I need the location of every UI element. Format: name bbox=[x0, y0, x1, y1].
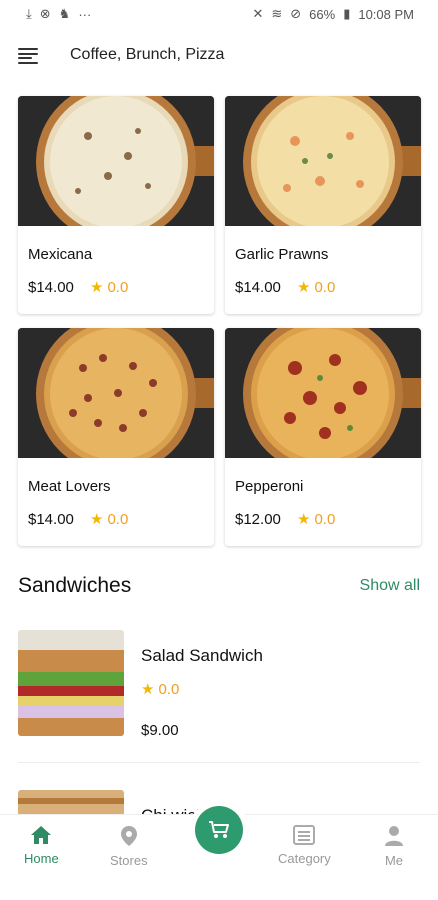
product-rating: ★ 0.0 bbox=[297, 510, 336, 529]
download-icon: ⤓ bbox=[26, 6, 32, 21]
nav-category-label: Category bbox=[278, 851, 331, 866]
show-all-link[interactable]: Show all bbox=[360, 577, 420, 595]
cart-icon bbox=[209, 821, 229, 838]
clock: 10:08 PM bbox=[358, 6, 414, 22]
more-icon: ··· bbox=[78, 6, 92, 22]
user-icon bbox=[385, 826, 403, 846]
pizza-image bbox=[225, 328, 421, 458]
product-card-mexicana[interactable]: Mexicana $14.00 ★ 0.0 bbox=[18, 96, 214, 314]
product-price: $12.00 bbox=[235, 511, 281, 528]
product-price: $14.00 bbox=[28, 279, 74, 296]
location-pin-icon bbox=[120, 826, 137, 846]
cart-button[interactable] bbox=[195, 806, 243, 854]
category-icon bbox=[293, 825, 316, 845]
pizza-image bbox=[225, 96, 421, 226]
sandwich-image bbox=[18, 630, 124, 736]
product-name: Mexicana bbox=[28, 246, 93, 263]
product-rating: ★ 0.0 bbox=[297, 278, 336, 297]
rating-value: 0.0 bbox=[314, 510, 336, 528]
list-item-salad-sandwich[interactable]: Salad Sandwich ★ 0.0 $9.00 bbox=[18, 630, 420, 740]
star-icon: ★ bbox=[297, 511, 311, 528]
product-card-pepperoni[interactable]: Pepperoni $12.00 ★ 0.0 bbox=[225, 328, 421, 546]
pizza-image bbox=[18, 328, 214, 458]
pizza-image bbox=[18, 96, 214, 226]
star-icon: ★ bbox=[141, 681, 155, 698]
divider bbox=[18, 762, 420, 763]
nav-me-label: Me bbox=[384, 853, 404, 868]
battery-icon: ▮ bbox=[343, 6, 351, 21]
star-icon: ★ bbox=[90, 279, 104, 296]
product-name: Pepperoni bbox=[235, 478, 304, 495]
notification-icon: ⊗ bbox=[39, 6, 51, 21]
product-name: Garlic Prawns bbox=[235, 246, 329, 263]
sandwich-name: Salad Sandwich bbox=[141, 646, 263, 665]
page-title: Coffee, Brunch, Pizza bbox=[70, 46, 225, 63]
section-title: Sandwiches bbox=[18, 574, 132, 597]
status-bar-right: ✕ ≋ ⊘ 66% ▮ 10:08 PM bbox=[252, 6, 414, 22]
star-icon: ★ bbox=[90, 511, 104, 528]
app-header: Coffee, Brunch, Pizza bbox=[0, 36, 438, 76]
product-rating: ★ 0.0 bbox=[90, 510, 129, 529]
product-card-meat-lovers[interactable]: Meat Lovers $14.00 ★ 0.0 bbox=[18, 328, 214, 546]
product-price: $14.00 bbox=[235, 279, 281, 296]
nav-home[interactable]: Home bbox=[24, 825, 59, 866]
nav-stores-label: Stores bbox=[110, 853, 148, 868]
nav-me[interactable]: Me bbox=[384, 825, 404, 868]
rating-value: 0.0 bbox=[314, 278, 336, 296]
nav-home-label: Home bbox=[24, 851, 59, 866]
dnd-icon: ⊘ bbox=[290, 6, 302, 21]
product-price: $14.00 bbox=[28, 511, 74, 528]
battery-level: 66% bbox=[309, 6, 336, 22]
rating-value: 0.0 bbox=[107, 278, 129, 296]
mute-icon: ✕ bbox=[252, 6, 264, 21]
star-icon: ★ bbox=[297, 279, 311, 296]
status-bar: ⤓ ⊗ ♞ ··· ✕ ≋ ⊘ 66% ▮ 10:08 PM bbox=[0, 0, 438, 28]
nav-stores[interactable]: Stores bbox=[110, 825, 148, 868]
nav-category[interactable]: Category bbox=[278, 825, 331, 866]
wifi-icon: ≋ bbox=[271, 6, 283, 21]
sandwich-image bbox=[18, 790, 124, 816]
status-bar-left: ⤓ ⊗ ♞ ··· bbox=[26, 6, 91, 22]
product-card-garlic-prawns[interactable]: Garlic Prawns $14.00 ★ 0.0 bbox=[225, 96, 421, 314]
product-rating: ★ 0.0 bbox=[90, 278, 129, 297]
rating-value: 0.0 bbox=[158, 680, 180, 698]
menu-icon[interactable] bbox=[18, 48, 40, 64]
product-name: Meat Lovers bbox=[28, 478, 111, 495]
sandwich-rating: ★ 0.0 bbox=[141, 680, 180, 699]
sandwich-price: $9.00 bbox=[141, 722, 179, 739]
android-icon: ♞ bbox=[58, 6, 71, 21]
home-icon bbox=[31, 826, 52, 844]
rating-value: 0.0 bbox=[107, 510, 129, 528]
